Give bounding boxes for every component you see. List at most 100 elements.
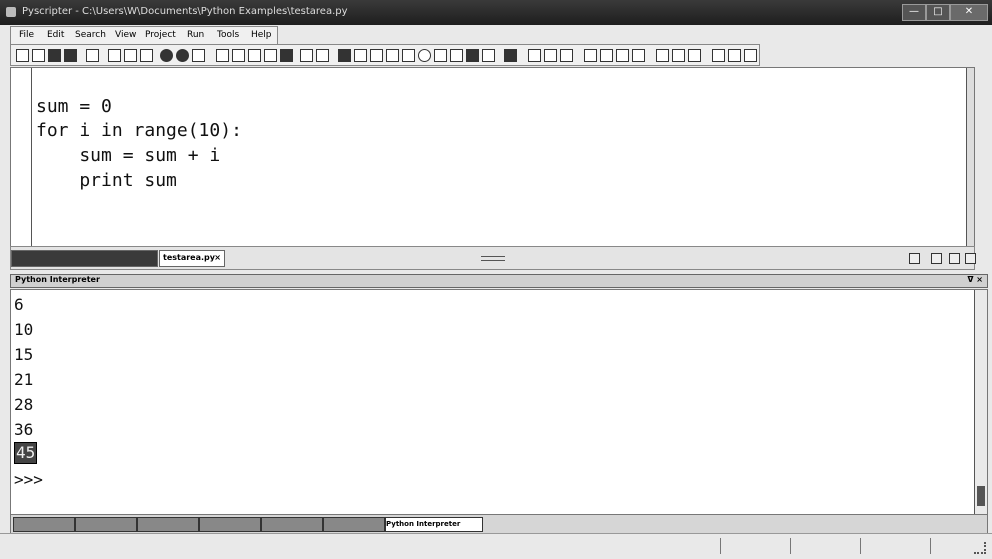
editor-gutter xyxy=(11,68,32,246)
whitespace-icon[interactable] xyxy=(728,49,741,62)
app-icon xyxy=(6,7,16,17)
step-over-icon[interactable] xyxy=(402,49,415,62)
navigate-icon[interactable] xyxy=(560,49,573,62)
dedent-icon[interactable] xyxy=(600,49,613,62)
abort-icon[interactable] xyxy=(450,49,463,62)
forward-arrow-icon[interactable] xyxy=(544,49,557,62)
menu-search[interactable]: Search xyxy=(75,30,106,40)
tab-output[interactable] xyxy=(261,517,323,532)
lower-case-icon[interactable] xyxy=(688,49,701,62)
tab-watches[interactable] xyxy=(137,517,199,532)
panel-controls-icon[interactable]: ᐁ × xyxy=(967,275,983,284)
open-file-icon[interactable] xyxy=(32,49,45,62)
toggle-breakpoint-icon[interactable] xyxy=(466,49,479,62)
run-icon[interactable] xyxy=(338,49,351,62)
resize-grip-icon[interactable] xyxy=(974,542,986,554)
output-line: 21 xyxy=(14,370,34,389)
menu-bar: File Edit Search View Project Run Tools … xyxy=(10,26,278,45)
find-next-icon[interactable] xyxy=(216,49,229,62)
menu-edit[interactable]: Edit xyxy=(47,30,64,40)
close-button[interactable]: ✕ xyxy=(950,4,988,21)
menu-view[interactable]: View xyxy=(115,30,136,40)
copy-icon[interactable] xyxy=(124,49,137,62)
tab-close-icon[interactable]: × xyxy=(214,251,221,265)
menu-run[interactable]: Run xyxy=(187,30,204,40)
tool-window-tabs: Python Interpreter xyxy=(10,514,988,534)
status-bar xyxy=(0,533,992,559)
splitter-grip-icon[interactable] xyxy=(481,256,505,261)
output-line: 10 xyxy=(14,320,34,339)
upper-case-icon[interactable] xyxy=(672,49,685,62)
code-editor[interactable]: sum = 0 for i in range(10): sum = sum + … xyxy=(10,67,975,247)
run-to-cursor-icon[interactable] xyxy=(370,49,383,62)
menu-file[interactable]: File xyxy=(19,30,34,40)
editor-tab-strip: testarea.py × xyxy=(10,246,976,270)
paste-icon[interactable] xyxy=(140,49,153,62)
application-window: Pyscripter - C:\Users\W\Documents\Python… xyxy=(0,0,992,559)
status-divider xyxy=(790,538,791,554)
cut-icon[interactable] xyxy=(108,49,121,62)
window-title: Pyscripter - C:\Users\W\Documents\Python… xyxy=(22,6,348,17)
watch-icon[interactable] xyxy=(504,49,517,62)
goto-line-icon[interactable] xyxy=(248,49,261,62)
file-explorer-tabs[interactable] xyxy=(11,250,158,267)
pause-icon[interactable] xyxy=(434,49,447,62)
editor-scrollbar[interactable] xyxy=(966,68,974,246)
tab-breakpoints[interactable] xyxy=(199,517,261,532)
bookmark-icon[interactable] xyxy=(264,49,277,62)
toggle-bookmark-icon[interactable] xyxy=(280,49,293,62)
save-all-icon[interactable] xyxy=(64,49,77,62)
toolbar-options-icon[interactable] xyxy=(744,49,757,62)
comment-icon[interactable] xyxy=(616,49,629,62)
menu-help[interactable]: Help xyxy=(251,30,272,40)
code-line[interactable]: print sum xyxy=(36,169,177,193)
menu-tools[interactable]: Tools xyxy=(217,30,239,40)
tab-testarea-py[interactable]: testarea.py × xyxy=(159,250,225,267)
replace-icon[interactable] xyxy=(232,49,245,62)
clear-breakpoints-icon[interactable] xyxy=(482,49,495,62)
zoom-icon[interactable] xyxy=(300,49,313,62)
status-divider xyxy=(860,538,861,554)
redo-icon[interactable] xyxy=(176,49,189,62)
uncomment-icon[interactable] xyxy=(632,49,645,62)
maximize-button[interactable]: □ xyxy=(926,4,950,21)
new-file-icon[interactable] xyxy=(16,49,29,62)
interpreter-scrollbar[interactable] xyxy=(974,290,987,514)
tile-icon[interactable] xyxy=(931,253,942,264)
python-interpreter[interactable]: 6 10 15 21 28 36 45 >>> xyxy=(10,289,988,515)
word-wrap-icon[interactable] xyxy=(712,49,725,62)
find-icon[interactable] xyxy=(192,49,205,62)
tab-messages[interactable] xyxy=(323,517,385,532)
step-out-icon[interactable] xyxy=(418,49,431,62)
status-divider xyxy=(720,538,721,554)
print-icon[interactable] xyxy=(86,49,99,62)
status-divider xyxy=(930,538,931,554)
toolbar xyxy=(10,44,760,66)
output-line: 28 xyxy=(14,395,34,414)
menu-project[interactable]: Project xyxy=(145,30,176,40)
syntax-check-icon[interactable] xyxy=(316,49,329,62)
debug-icon[interactable] xyxy=(354,49,367,62)
title-bar: Pyscripter - C:\Users\W\Documents\Python… xyxy=(0,0,992,25)
scrollbar-thumb[interactable] xyxy=(977,486,985,506)
undo-icon[interactable] xyxy=(160,49,173,62)
shell-prompt[interactable]: >>> xyxy=(14,467,43,492)
tab-variables[interactable] xyxy=(75,517,137,532)
output-line: 6 xyxy=(14,295,24,314)
code-line[interactable]: sum = sum + i xyxy=(36,144,220,168)
split-icon[interactable] xyxy=(949,253,960,264)
tab-to-space-icon[interactable] xyxy=(656,49,669,62)
indent-icon[interactable] xyxy=(584,49,597,62)
step-into-icon[interactable] xyxy=(386,49,399,62)
close-editor-icon[interactable] xyxy=(965,253,976,264)
tab-python-interpreter[interactable]: Python Interpreter xyxy=(385,517,483,532)
code-line[interactable]: sum = 0 xyxy=(36,95,112,119)
output-line: 36 xyxy=(14,420,34,439)
save-icon[interactable] xyxy=(48,49,61,62)
code-line[interactable]: for i in range(10): xyxy=(36,119,242,143)
tab-call-stack[interactable] xyxy=(13,517,75,532)
output-line: 15 xyxy=(14,345,34,364)
back-icon[interactable] xyxy=(528,49,541,62)
editor-list-icon[interactable] xyxy=(909,253,920,264)
minimize-button[interactable]: — xyxy=(902,4,926,21)
